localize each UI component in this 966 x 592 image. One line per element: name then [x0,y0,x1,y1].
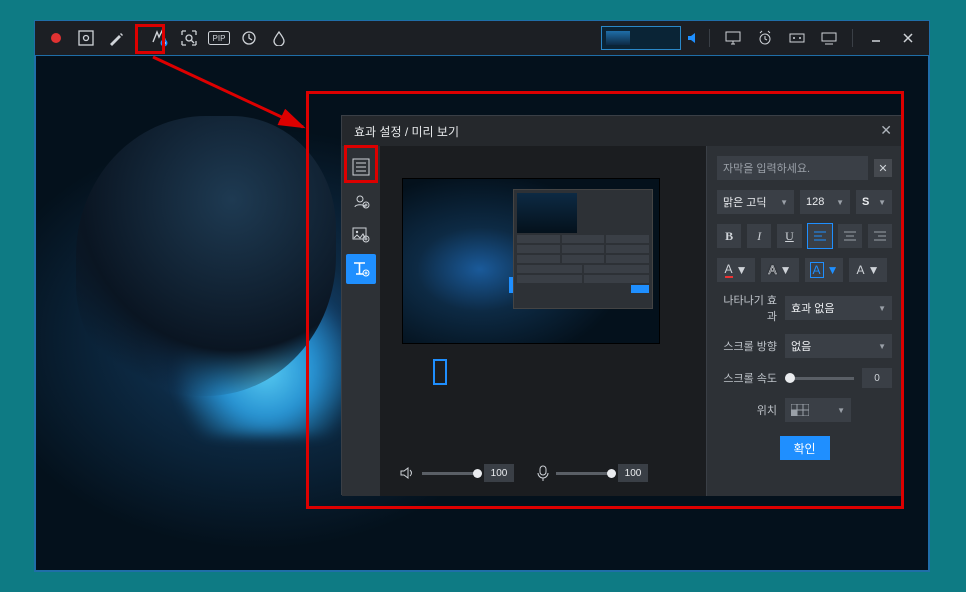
caption-cursor-indicator [433,359,447,385]
sound-icon [687,31,699,45]
align-right-button[interactable] [868,224,892,248]
speaker-volume-slider[interactable] [422,472,478,475]
preview-image [402,178,660,344]
minimize-button[interactable] [863,25,889,51]
position-dropdown[interactable]: ▼ [785,398,851,422]
scroll-dir-label: 스크롤 방향 [717,338,777,354]
main-toolbar: PIP [35,21,929,55]
scroll-dir-dropdown[interactable]: 없음▼ [785,334,892,358]
app-window: PIP 효과 설정 / 미리 보기 ✕ [34,20,930,572]
target-mode-button[interactable] [73,25,99,51]
caption-text-input[interactable]: 자막을 입력하세요. [717,156,868,180]
tab-image[interactable] [346,220,376,250]
font-style-dropdown[interactable]: S▼ [856,190,892,214]
align-left-button[interactable] [808,224,832,248]
device-icon[interactable] [784,25,810,51]
record-button[interactable] [43,25,69,51]
preview-pane: 100 100 [380,146,706,496]
bg-color-button[interactable]: A▼ [849,258,887,282]
monitor-icon[interactable] [720,25,746,51]
scroll-speed-slider[interactable] [785,377,854,380]
scroll-speed-value: 0 [862,368,892,388]
dialog-titlebar: 효과 설정 / 미리 보기 ✕ [342,116,902,146]
speaker-volume-value: 100 [484,464,514,482]
dialog-title-text: 효과 설정 / 미리 보기 [354,123,459,140]
settings-icon[interactable] [816,25,842,51]
scroll-dir-value: 없음 [791,338,811,354]
align-center-button[interactable] [838,224,862,248]
preview-audio-controls: 100 100 [400,464,660,482]
font-family-value: 맑은 고딕 [723,194,767,210]
position-grid-icon [791,404,809,416]
caption-settings-panel: 자막을 입력하세요. ✕ 맑은 고딕▼ 128▼ S▼ B I U [706,146,902,496]
magnify-button[interactable] [176,25,202,51]
nested-dialog-thumb [513,189,653,309]
svg-text:PIP: PIP [213,34,226,43]
dialog-close-button[interactable]: ✕ [880,122,892,139]
draw-button[interactable] [103,25,129,51]
mic-icon [536,465,550,481]
tab-text[interactable] [346,254,376,284]
shadow-color-button[interactable]: A▼ [805,258,843,282]
dialog-side-tabs [342,146,380,496]
font-color-button[interactable]: A▼ [717,258,755,282]
font-style-value: S [862,196,869,208]
underline-button[interactable]: U [777,224,801,248]
font-size-dropdown[interactable]: 128▼ [800,190,850,214]
mic-volume-value: 100 [618,464,648,482]
position-label: 위치 [717,402,777,418]
speaker-icon [400,466,416,480]
italic-button[interactable]: I [747,224,771,248]
caption-placeholder: 자막을 입력하세요. [723,160,810,176]
mic-volume-slider[interactable] [556,472,612,475]
preview-thumbnail[interactable] [601,26,681,50]
effects-button[interactable] [146,25,172,51]
pip-button[interactable]: PIP [206,25,232,51]
appear-effect-dropdown[interactable]: 효과 없음▼ [785,296,892,320]
effects-dialog: 효과 설정 / 미리 보기 ✕ [341,115,903,495]
appear-effect-label: 나타나기 효과 [717,292,777,324]
ok-button[interactable]: 확인 [780,436,830,460]
appear-effect-value: 효과 없음 [791,300,835,316]
alarm-icon[interactable] [752,25,778,51]
bold-button[interactable]: B [717,224,741,248]
close-button[interactable] [895,25,921,51]
outline-color-button[interactable]: A▼ [761,258,799,282]
font-family-dropdown[interactable]: 맑은 고딕▼ [717,190,794,214]
tab-webcam[interactable] [346,186,376,216]
timer-button[interactable] [236,25,262,51]
tab-list[interactable] [346,152,376,182]
font-size-value: 128 [806,196,824,208]
ink-button[interactable] [266,25,292,51]
scroll-speed-label: 스크롤 속도 [717,370,777,386]
caption-clear-button[interactable]: ✕ [874,159,892,177]
